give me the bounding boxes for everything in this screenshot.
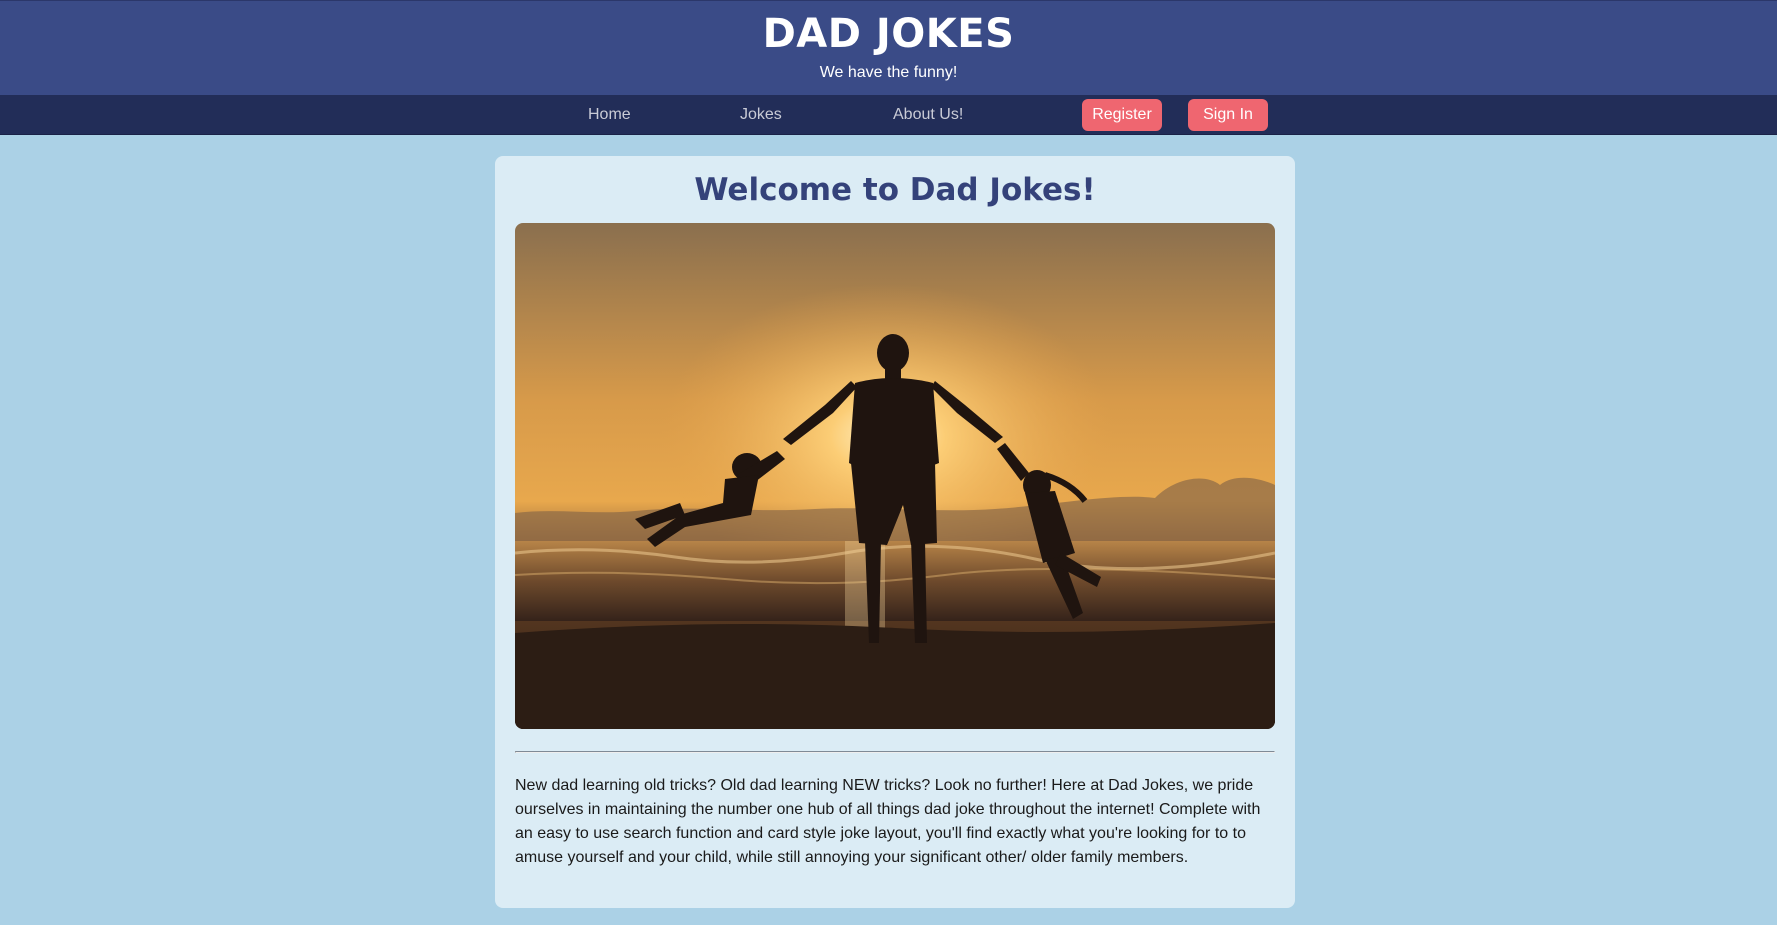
welcome-card: Welcome to Dad Jokes! New dad learning o… (495, 156, 1295, 908)
page-title: Welcome to Dad Jokes! (694, 172, 1096, 208)
sign-in-button[interactable]: Sign In (1188, 99, 1268, 131)
nav-about-link[interactable]: About Us! (893, 106, 963, 124)
site-header: DAD JOKES We have the funny! (0, 0, 1777, 95)
main-nav: Home Jokes About Us! Register Sign In (0, 95, 1777, 135)
hero-image (515, 223, 1275, 729)
site-tagline: We have the funny! (819, 64, 958, 81)
nav-home-link[interactable]: Home (588, 106, 631, 124)
intro-paragraph: New dad learning old tricks? Old dad lea… (515, 777, 1261, 866)
nav-jokes-link[interactable]: Jokes (740, 106, 782, 124)
content-divider (515, 751, 1275, 753)
sunset-beach-photo (515, 223, 1275, 729)
site-title: DAD JOKES (762, 11, 1015, 57)
register-button[interactable]: Register (1082, 99, 1162, 131)
